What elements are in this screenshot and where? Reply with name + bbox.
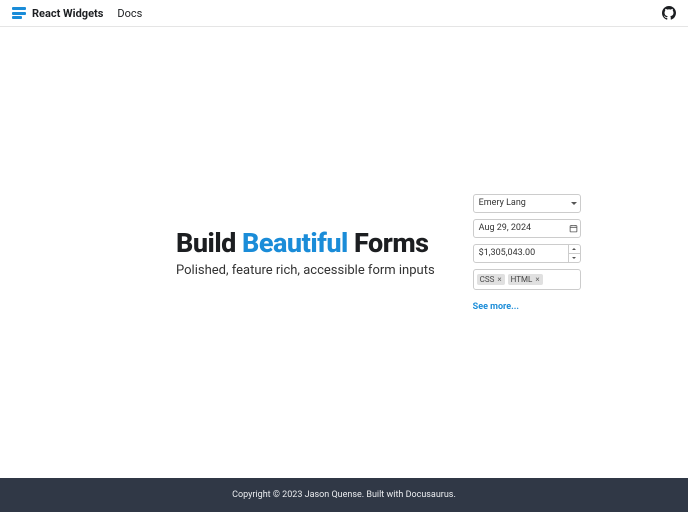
dropdown-list[interactable]: Emery Lang [473, 194, 581, 213]
nav-docs[interactable]: Docs [117, 7, 142, 20]
hero-title-accent: Beautiful [242, 227, 348, 259]
number-picker[interactable]: $1,305,043.00 [473, 244, 581, 263]
github-link[interactable] [662, 6, 676, 20]
chevron-down-icon [572, 257, 576, 259]
tag-remove[interactable]: × [497, 275, 501, 284]
dropdown-toggle[interactable] [568, 195, 580, 212]
calendar-icon [569, 224, 578, 233]
hero-subtitle: Polished, feature rich, accessible form … [176, 263, 435, 278]
brand-link[interactable]: React Widgets [12, 7, 103, 20]
navbar: React Widgets Docs [0, 0, 688, 27]
tag-label: HTML [511, 275, 533, 284]
hero-title-pre: Build [176, 227, 242, 259]
brand-text: React Widgets [32, 7, 103, 20]
multiselect-tags: CSS × HTML × [474, 270, 546, 289]
number-spinner [568, 245, 580, 262]
github-icon [662, 6, 676, 20]
tag-remove[interactable]: × [535, 275, 539, 284]
hero-title: Build Beautiful Forms [176, 227, 435, 259]
chevron-up-icon [572, 248, 576, 250]
tag-item: CSS × [477, 274, 505, 285]
number-increment[interactable] [569, 245, 580, 254]
tag-label: CSS [480, 275, 495, 284]
navbar-left: React Widgets Docs [12, 7, 142, 20]
number-value: $1,305,043.00 [474, 248, 568, 258]
footer: Copyright © 2023 Jason Quense. Built wit… [0, 478, 688, 512]
date-value: Aug 29, 2024 [474, 223, 568, 233]
multiselect[interactable]: CSS × HTML × [473, 269, 581, 290]
chevron-down-icon [571, 202, 577, 205]
number-decrement[interactable] [569, 254, 580, 262]
hero-text: Build Beautiful Forms Polished, feature … [176, 227, 435, 278]
hero-title-post: Forms [348, 227, 429, 259]
see-more-link[interactable]: See more... [473, 302, 581, 312]
date-picker[interactable]: Aug 29, 2024 [473, 219, 581, 238]
calendar-toggle[interactable] [568, 220, 580, 237]
widgets-demo: Emery Lang Aug 29, 2024 $1,305,043.00 CS… [473, 194, 581, 312]
main: Build Beautiful Forms Polished, feature … [0, 27, 688, 478]
footer-copyright: Copyright © 2023 Jason Quense. Built wit… [232, 490, 456, 500]
tag-item: HTML × [508, 274, 543, 285]
dropdown-value: Emery Lang [474, 198, 568, 208]
logo-icon [12, 7, 26, 19]
